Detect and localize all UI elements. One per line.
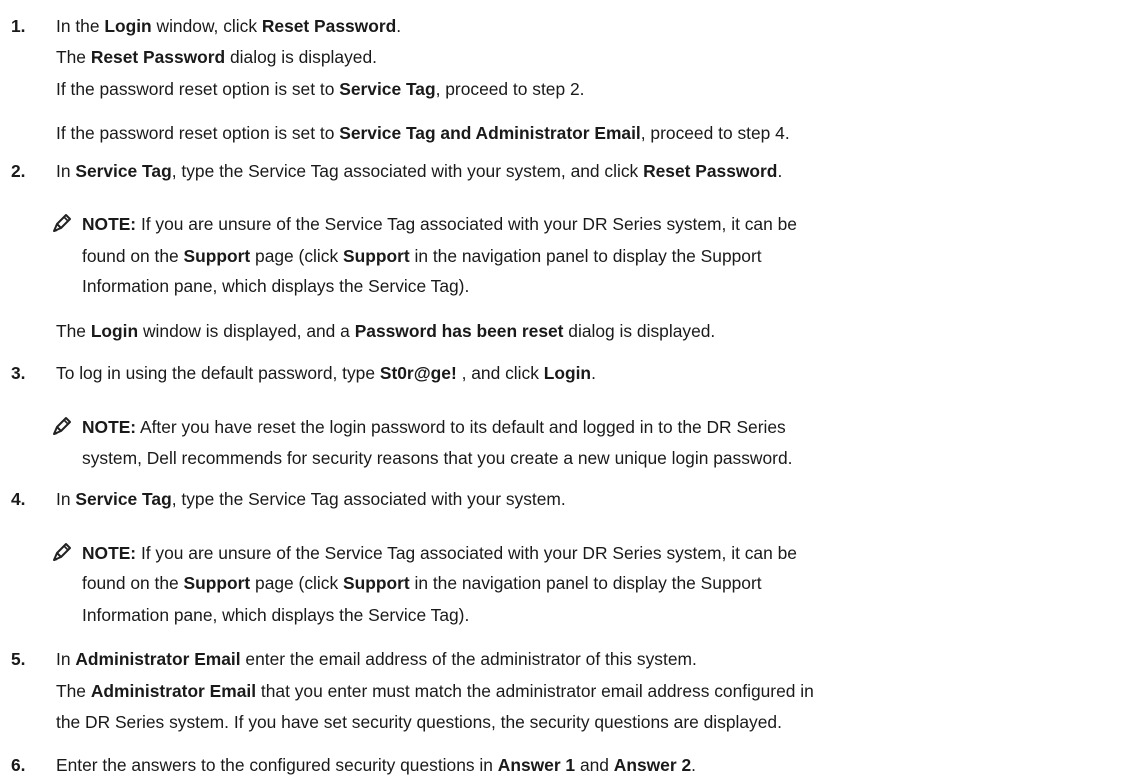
- bold-text: NOTE:: [82, 543, 137, 563]
- step-result-text: The Login window is displayed, and a Pas…: [56, 320, 715, 342]
- text-run: .: [396, 16, 402, 36]
- note-text: Information pane, which displays the Ser…: [82, 275, 469, 297]
- bold-text: Support: [183, 246, 251, 266]
- text-run: After you have reset the login password …: [136, 417, 786, 437]
- bold-text: Administrator Email: [90, 681, 257, 701]
- step-text: If the password reset option is set to S…: [56, 78, 584, 100]
- bold-text: NOTE:: [82, 214, 137, 234]
- bold-text: Service Tag and Administrator Email: [339, 123, 641, 143]
- bold-text: Administrator Email: [75, 649, 241, 669]
- text-run: In the: [56, 16, 105, 36]
- text-run: If the password reset option is set to: [56, 123, 340, 143]
- text-run: window, click: [151, 16, 262, 36]
- note-text: system, Dell recommends for security rea…: [82, 447, 792, 469]
- text-run: , proceed to step 2.: [435, 79, 585, 99]
- text-run: window is displayed, and a: [138, 321, 355, 341]
- step-text: Enter the answers to the configured secu…: [56, 754, 696, 776]
- bold-text: Answer 2: [613, 755, 692, 775]
- text-run: and: [575, 755, 614, 775]
- note-text: found on the Support page (click Support…: [82, 245, 762, 267]
- bold-text: NOTE:: [82, 417, 137, 437]
- text-run: To log in using the default password, ty…: [56, 363, 380, 383]
- text-run: page (click: [250, 246, 343, 266]
- text-run: The: [56, 681, 91, 701]
- text-run: , type the Service Tag associated with y…: [171, 161, 644, 181]
- step-text: the DR Series system. If you have set se…: [56, 711, 782, 733]
- note-text: Information pane, which displays the Ser…: [82, 604, 469, 626]
- bold-text: Support: [343, 573, 410, 593]
- bold-text: Answer 1: [497, 755, 576, 775]
- step-text: The Administrator Email that you enter m…: [56, 680, 814, 702]
- text-run: dialog is displayed.: [563, 321, 716, 341]
- text-run: .: [777, 161, 783, 181]
- text-run: .: [591, 363, 596, 383]
- text-run: system, Dell recommends for security rea…: [82, 448, 793, 468]
- text-run: , and click: [456, 363, 544, 383]
- bold-text: Login: [543, 363, 592, 383]
- step-text: In Service Tag, type the Service Tag ass…: [56, 160, 782, 182]
- text-run: Information pane, which displays the Ser…: [82, 276, 470, 296]
- note-text: NOTE: If you are unsure of the Service T…: [82, 542, 797, 564]
- note-text: NOTE: If you are unsure of the Service T…: [82, 213, 797, 235]
- step-text: In Administrator Email enter the email a…: [56, 648, 697, 670]
- bold-text: Reset Password: [261, 16, 397, 36]
- text-run: that you enter must match the administra…: [256, 681, 814, 701]
- bold-text: St0r@ge!: [379, 363, 457, 383]
- pencil-note-icon: [51, 541, 73, 563]
- step-number: 1.: [11, 16, 26, 36]
- text-run: the DR Series system. If you have set se…: [56, 712, 782, 732]
- text-run: The: [56, 321, 91, 341]
- bold-text: Password has been reset: [354, 321, 564, 341]
- bold-text: Support: [343, 246, 410, 266]
- text-run: .: [691, 755, 696, 775]
- bold-text: Reset Password: [643, 161, 778, 181]
- text-run: , proceed to step 4.: [640, 123, 790, 143]
- text-run: enter the email address of the administr…: [240, 649, 697, 669]
- step-text: If the password reset option is set to S…: [56, 122, 790, 144]
- text-run: found on the: [82, 573, 184, 593]
- bold-text: Support: [183, 573, 251, 593]
- step-number: 6.: [11, 755, 26, 775]
- text-run: in the navigation panel to display the S…: [409, 573, 762, 593]
- pencil-note-icon: [51, 212, 73, 234]
- text-run: If you are unsure of the Service Tag ass…: [136, 214, 797, 234]
- pencil-note-icon: [51, 415, 73, 437]
- note-text: found on the Support page (click Support…: [82, 572, 762, 594]
- text-run: dialog is displayed.: [225, 47, 377, 67]
- step-text: In Service Tag, type the Service Tag ass…: [56, 488, 566, 510]
- text-run: In: [56, 161, 76, 181]
- text-run: Information pane, which displays the Ser…: [82, 605, 470, 625]
- bold-text: Login: [104, 16, 152, 36]
- bold-text: Reset Password: [90, 47, 226, 67]
- bold-text: Service Tag: [339, 79, 436, 99]
- bold-text: Service Tag: [75, 161, 172, 181]
- step-number: 5.: [11, 649, 26, 669]
- step-text: To log in using the default password, ty…: [56, 362, 596, 384]
- bold-text: Login: [90, 321, 139, 341]
- note-text: NOTE: After you have reset the login pas…: [82, 416, 786, 438]
- step-text: In the Login window, click Reset Passwor…: [56, 15, 401, 37]
- text-run: , type the Service Tag associated with y…: [171, 489, 566, 509]
- text-run: page (click: [250, 573, 343, 593]
- text-run: found on the: [82, 246, 184, 266]
- step-text: The Reset Password dialog is displayed.: [56, 46, 377, 68]
- text-run: in the navigation panel to display the S…: [409, 246, 762, 266]
- text-run: In: [56, 649, 76, 669]
- bold-text: Service Tag: [75, 489, 172, 509]
- text-run: If the password reset option is set to: [56, 79, 340, 99]
- text-run: If you are unsure of the Service Tag ass…: [136, 543, 797, 563]
- step-number: 4.: [11, 489, 26, 509]
- text-run: In: [56, 489, 76, 509]
- step-number: 2.: [11, 161, 26, 181]
- text-run: Enter the answers to the configured secu…: [56, 755, 498, 775]
- text-run: The: [56, 47, 91, 67]
- step-number: 3.: [11, 363, 26, 383]
